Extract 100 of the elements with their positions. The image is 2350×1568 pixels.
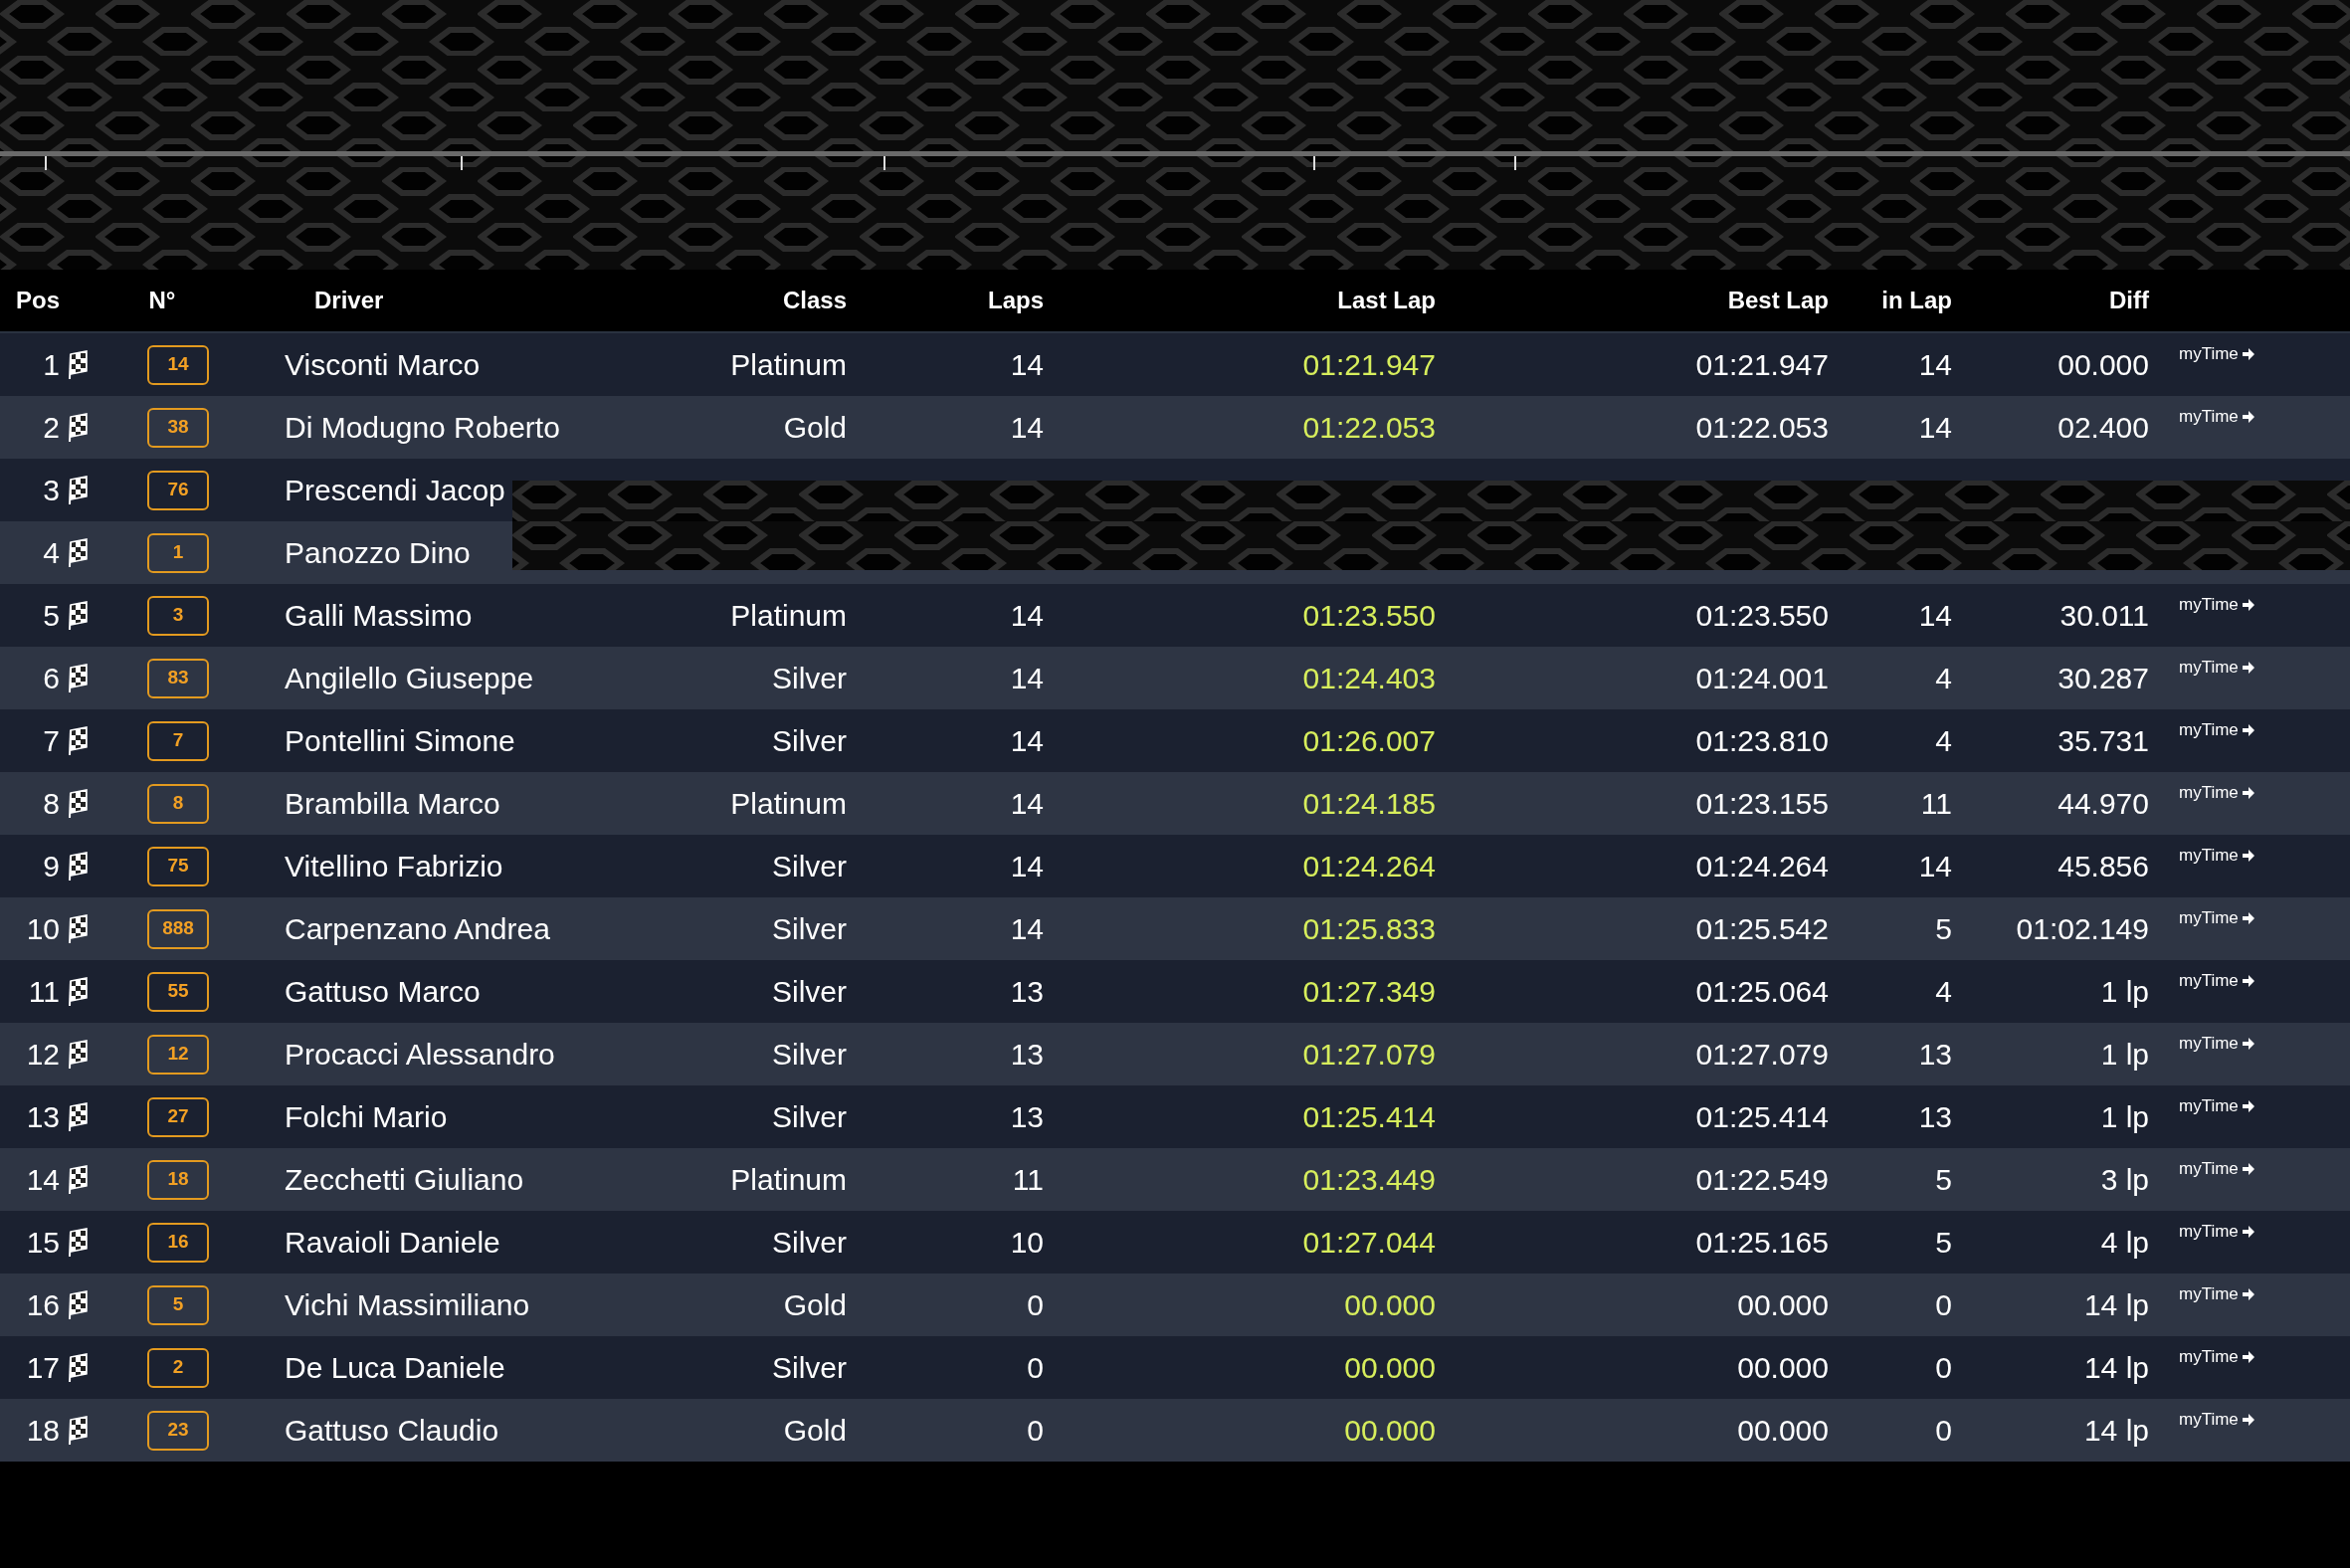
position: 8 xyxy=(43,787,60,820)
checkered-flag-icon xyxy=(68,788,90,819)
arrow-right-icon xyxy=(2241,1286,2255,1301)
column-header[interactable]: Class xyxy=(782,287,847,313)
checkered-flag-icon xyxy=(68,913,90,944)
class-label: Platinum xyxy=(730,599,847,632)
column-header[interactable]: Diff xyxy=(2109,287,2149,313)
last-lap-time: 01:22.053 xyxy=(1302,411,1436,444)
gap-time: 4 lp xyxy=(2100,1226,2149,1259)
checkered-flag-icon xyxy=(68,537,90,568)
laps-count: 14 xyxy=(1010,662,1044,694)
checkered-flag-icon xyxy=(68,1352,90,1383)
position: 15 xyxy=(26,1226,60,1259)
gap-time: 14 lp xyxy=(2083,1288,2149,1321)
laps-count: 14 xyxy=(1010,348,1044,381)
mytime-link[interactable]: myTime xyxy=(2179,341,2255,367)
checkered-flag-icon xyxy=(68,475,90,505)
car-number-badge: 23 xyxy=(147,1410,209,1451)
laps-count: 13 xyxy=(1010,975,1044,1008)
laps-count: 14 xyxy=(1010,912,1044,945)
car-number-badge: 7 xyxy=(147,720,209,761)
arrow-right-icon xyxy=(2241,597,2255,612)
column-header[interactable]: in Lap xyxy=(1881,287,1952,313)
checkered-flag-icon xyxy=(68,1289,90,1320)
gap-time: 3 lp xyxy=(2100,1163,2149,1196)
last-lap-time: 01:25.833 xyxy=(1302,912,1436,945)
laps-count: 14 xyxy=(1010,787,1044,820)
class-label: Silver xyxy=(772,850,847,882)
gap-time: 44.970 xyxy=(2057,787,2149,820)
class-label: Silver xyxy=(772,724,847,757)
laps-count: 11 xyxy=(1012,1163,1044,1196)
in-lap-number: 14 xyxy=(1918,599,1952,632)
best-lap-time: 01:22.053 xyxy=(1695,411,1829,444)
arrow-right-icon xyxy=(2241,409,2255,424)
mytime-link[interactable]: myTime xyxy=(2179,592,2255,618)
car-number-badge: 8 xyxy=(147,783,209,824)
column-header[interactable]: Driver xyxy=(314,287,384,313)
last-lap-time: 01:26.007 xyxy=(1302,724,1436,757)
car-number-badge: 888 xyxy=(147,908,209,949)
column-header[interactable]: Best Lap xyxy=(1727,287,1829,313)
last-lap-time: 01:27.079 xyxy=(1302,1038,1436,1071)
driver-name: Ravaioli Daniele xyxy=(285,1226,500,1259)
mytime-link[interactable]: myTime xyxy=(2179,1281,2255,1307)
checkered-flag-icon xyxy=(68,349,90,380)
class-label: Silver xyxy=(772,1038,847,1071)
position: 9 xyxy=(43,850,60,882)
mytime-link[interactable]: myTime xyxy=(2179,968,2255,994)
position: 13 xyxy=(26,1100,60,1133)
class-label: Silver xyxy=(772,1100,847,1133)
best-lap-time: 01:23.550 xyxy=(1695,599,1829,632)
position: 10 xyxy=(26,912,60,945)
driver-name: Carpenzano Andrea xyxy=(285,912,550,945)
driver-name: De Luca Daniele xyxy=(285,1351,505,1384)
mytime-link[interactable]: myTime xyxy=(2179,843,2255,869)
arrow-right-icon xyxy=(2241,1098,2255,1113)
laps-count: 13 xyxy=(1010,1038,1044,1071)
mytime-link[interactable]: myTime xyxy=(2179,404,2255,430)
arrow-right-icon xyxy=(2241,785,2255,800)
arrow-right-icon xyxy=(2241,346,2255,361)
class-label: Silver xyxy=(772,975,847,1008)
mytime-link[interactable]: myTime xyxy=(2179,1344,2255,1370)
gap-time: 1 lp xyxy=(2100,975,2149,1008)
column-header[interactable]: Laps xyxy=(988,287,1044,313)
position: 11 xyxy=(28,975,60,1008)
mytime-link[interactable]: myTime xyxy=(2179,717,2255,743)
best-lap-time: 01:21.947 xyxy=(1695,348,1829,381)
arrow-right-icon xyxy=(2241,910,2255,925)
class-label: Platinum xyxy=(730,1163,847,1196)
car-number-badge: 55 xyxy=(147,971,209,1012)
car-number-badge: 38 xyxy=(147,407,209,448)
gap-time: 00.000 xyxy=(2057,348,2149,381)
class-label: Silver xyxy=(772,912,847,945)
mytime-link[interactable]: myTime xyxy=(2179,905,2255,931)
column-header[interactable]: N° xyxy=(148,287,176,313)
column-header[interactable]: Last Lap xyxy=(1337,287,1436,313)
class-label: Platinum xyxy=(730,348,847,381)
mytime-link[interactable]: myTime xyxy=(2179,1156,2255,1182)
driver-name: Vichi Massimiliano xyxy=(285,1288,530,1321)
laps-count: 14 xyxy=(1010,724,1044,757)
last-lap-time: 00.000 xyxy=(1344,1414,1436,1447)
arrow-right-icon xyxy=(2241,848,2255,863)
gap-time: 01:02.149 xyxy=(2016,912,2149,945)
position: 4 xyxy=(43,536,60,569)
mytime-link[interactable]: myTime xyxy=(2179,780,2255,806)
mytime-link[interactable]: myTime xyxy=(2179,655,2255,681)
class-label: Gold xyxy=(783,1288,847,1321)
gap-time: 35.731 xyxy=(2057,724,2149,757)
gap-time: 02.400 xyxy=(2057,411,2149,444)
column-header[interactable]: Pos xyxy=(16,287,60,313)
in-lap-number: 4 xyxy=(1935,975,1952,1008)
mytime-link[interactable]: myTime xyxy=(2179,1219,2255,1245)
driver-name: Galli Massimo xyxy=(285,599,473,632)
mytime-link[interactable]: myTime xyxy=(2179,1093,2255,1119)
arrow-right-icon xyxy=(2241,722,2255,737)
in-lap-number: 14 xyxy=(1918,850,1952,882)
mytime-link[interactable]: myTime xyxy=(2179,1031,2255,1057)
class-label: Silver xyxy=(772,662,847,694)
mytime-link[interactable]: myTime xyxy=(2179,1407,2255,1433)
arrow-right-icon xyxy=(2241,1036,2255,1051)
last-lap-time: 01:24.403 xyxy=(1302,662,1436,694)
